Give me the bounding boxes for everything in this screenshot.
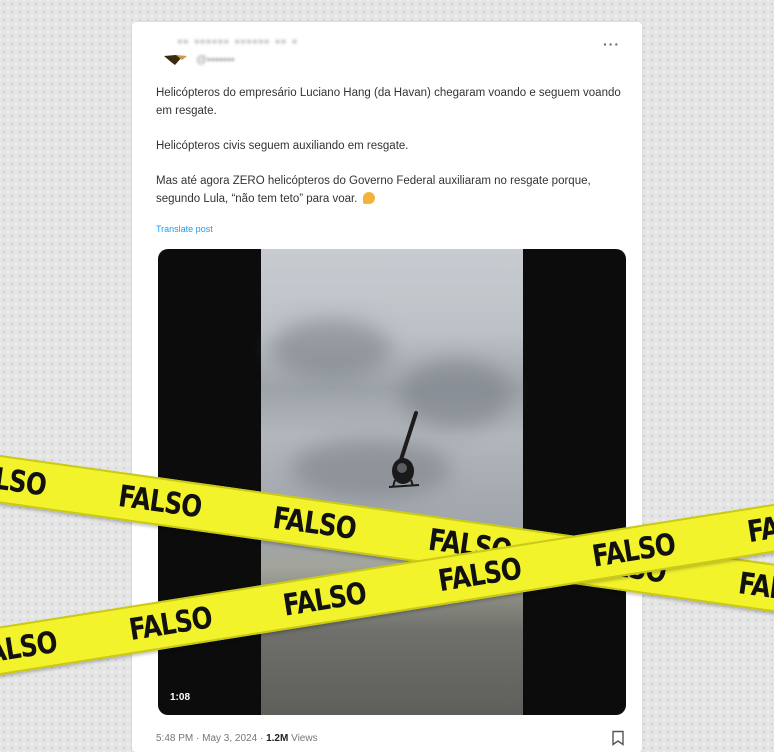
helicopter-image [388,411,420,488]
more-options-button[interactable]: ··· [603,36,620,52]
views-count: 1.2M [266,733,289,744]
tweet-card: ▪▪ ▪▪▪▪▪▪ ▪▪▪▪▪▪ ▪▪ ▪ @▪▪▪▪▪▪▪ ··· Helic… [132,22,642,752]
tape-label: FALSO [0,456,49,503]
views-label: Views [288,733,318,744]
author-name[interactable]: ▪▪ ▪▪▪▪▪▪ ▪▪▪▪▪▪ ▪▪ ▪ [178,36,299,48]
tweet-metadata: 5:48 PM · May 3, 2024 · 1.2M Views [156,733,318,744]
tape-label: FALSO [735,565,774,612]
video-player[interactable]: 1:08 [158,249,626,715]
tweet-time[interactable]: 5:48 PM [156,733,193,744]
tape-label: FALSO [0,624,60,673]
bookmark-icon[interactable] [610,730,626,746]
video-frame [261,249,523,715]
tweet-paragraph-3: Mas até agora ZERO helicópteros do Gover… [156,172,626,208]
translate-post-link[interactable]: Translate post [156,224,213,234]
thinking-face-icon [362,192,375,204]
tape-label: FALSO [744,502,774,550]
author-handle[interactable]: @▪▪▪▪▪▪▪ [196,54,234,66]
video-duration: 1:08 [170,692,191,703]
tweet-date[interactable]: May 3, 2024 [202,733,257,744]
tweet-text: Helicópteros do empresário Luciano Hang … [156,84,626,225]
tweet-author-row: ▪▪ ▪▪▪▪▪▪ ▪▪▪▪▪▪ ▪▪ ▪ @▪▪▪▪▪▪▪ ··· [160,32,630,72]
separator: · [257,733,267,744]
avatar-icon[interactable] [162,54,188,66]
tweet-paragraph-1: Helicópteros do empresário Luciano Hang … [156,87,621,117]
tweet-paragraph-2: Helicópteros civis seguem auxiliando em … [156,140,409,152]
separator: · [193,733,203,744]
